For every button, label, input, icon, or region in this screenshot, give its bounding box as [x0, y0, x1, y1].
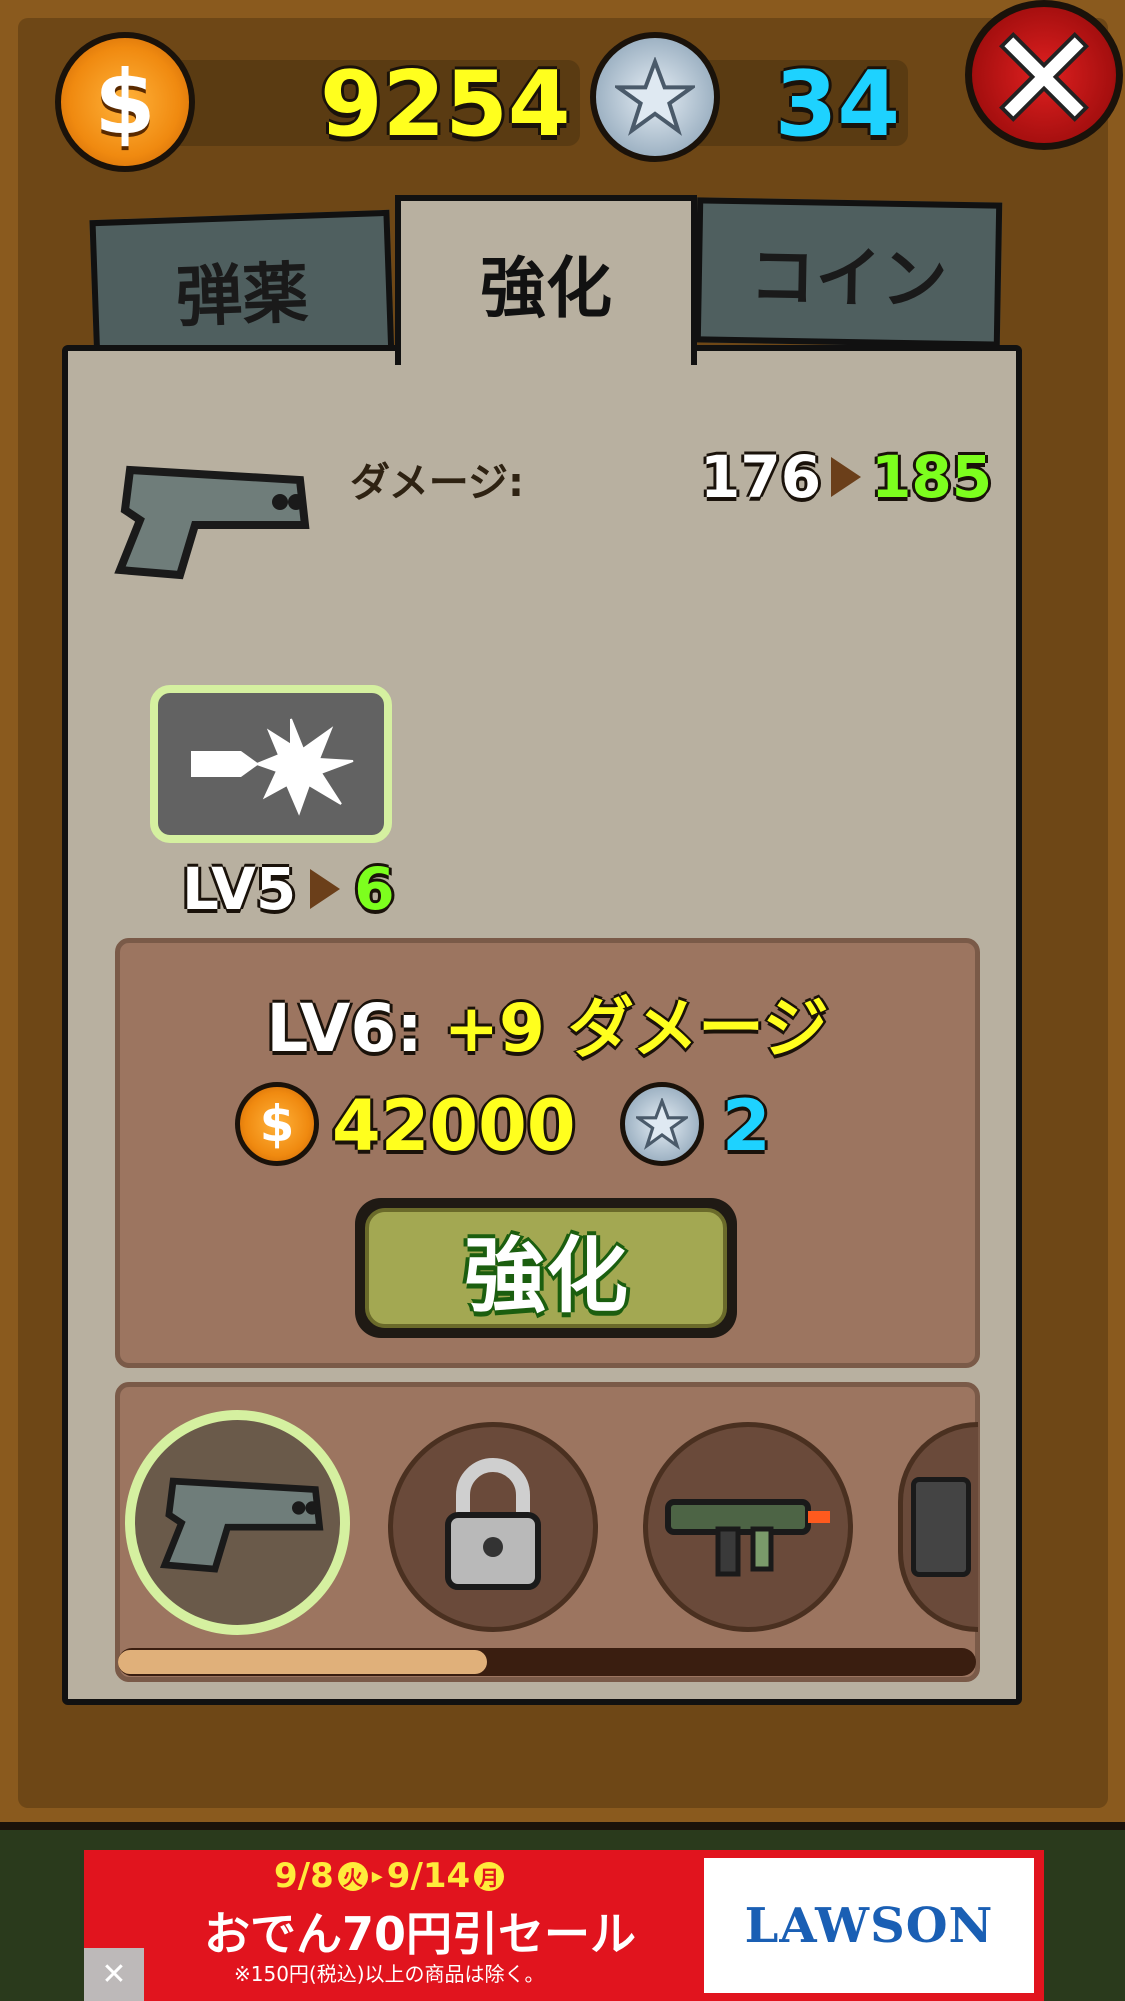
ad-dates: 9/8 火 ▸ 9/14 月	[274, 1856, 505, 1896]
ad-date-end-day: 月	[474, 1861, 505, 1891]
damage-current: 176	[700, 443, 822, 511]
lock-icon	[445, 1458, 541, 1590]
pistol-icon	[159, 1477, 323, 1573]
ad-headline: おでん70円引セール	[204, 1907, 637, 1961]
dollar-coin-icon: $	[235, 1082, 319, 1166]
heavy-gun-icon	[910, 1477, 971, 1577]
star-coin-icon	[590, 32, 720, 162]
close-icon: ✕	[101, 1957, 127, 1992]
ad-date-end: 9/14	[386, 1856, 471, 1896]
damage-next: 185	[871, 443, 993, 511]
dollar-coin-icon: $	[55, 32, 195, 172]
upgrade-description: LV6: +9 ダメージ	[115, 975, 980, 1071]
upgrade-bonus: +9 ダメージ	[443, 990, 829, 1067]
weapon-scrollbar-thumb[interactable]	[118, 1650, 487, 1674]
tab-upgrade[interactable]: 強化	[395, 195, 697, 365]
star-coin-icon	[620, 1082, 704, 1166]
ad-brand: LAWSON	[744, 1897, 994, 1954]
upgrade-level-prefix: LV6:	[266, 990, 423, 1067]
weapon-slot-pistol[interactable]	[125, 1410, 350, 1635]
tab-ammo-label: 弾薬	[174, 254, 310, 337]
tab-upgrade-label: 強化	[480, 250, 612, 327]
arrow-right-icon	[310, 869, 341, 909]
skill-next-level: 6	[354, 855, 395, 923]
coin-count: 9254	[320, 52, 571, 157]
weapon-slot-smg[interactable]	[643, 1422, 853, 1632]
close-x-icon	[999, 31, 1089, 122]
skill-level-label: LV5	[182, 855, 297, 923]
damage-label: ダメージ:	[350, 460, 524, 506]
bullet-impact-icon	[191, 718, 354, 816]
upgrade-star-cost: 2	[722, 1085, 771, 1167]
upgrade-button-face: 強化	[365, 1208, 727, 1328]
ad-date-start-day: 火	[337, 1861, 368, 1891]
ad-date-start: 9/8	[274, 1856, 334, 1896]
pistol-icon	[100, 450, 315, 594]
star-count: 34	[774, 52, 900, 157]
smg-icon	[665, 1499, 830, 1577]
ad-close-button[interactable]: ✕	[84, 1948, 144, 2001]
tab-coins-label: コイン	[748, 237, 949, 319]
damage-values: 176 185	[700, 443, 992, 511]
upgrade-button[interactable]: 強化	[355, 1198, 737, 1338]
ad-logo: LAWSON	[704, 1858, 1034, 1993]
upgrade-button-label: 強化	[463, 1228, 628, 1324]
ad-note: ※150円(税込)以上の商品は除く。	[234, 1962, 545, 1986]
arrow-right-icon	[831, 457, 862, 497]
ad-banner[interactable]: 9/8 火 ▸ 9/14 月 おでん70円引セール ※150円(税込)以上の商品…	[84, 1850, 1044, 2001]
weapon-scrollbar[interactable]	[118, 1648, 976, 1676]
close-button[interactable]	[965, 0, 1123, 150]
upgrade-coin-cost: 42000	[332, 1085, 576, 1167]
skill-level: LV5 6	[182, 855, 395, 923]
skill-slot[interactable]	[150, 685, 392, 843]
tab-coins[interactable]: コイン	[694, 197, 1003, 348]
weapon-slot-locked[interactable]	[388, 1422, 598, 1632]
